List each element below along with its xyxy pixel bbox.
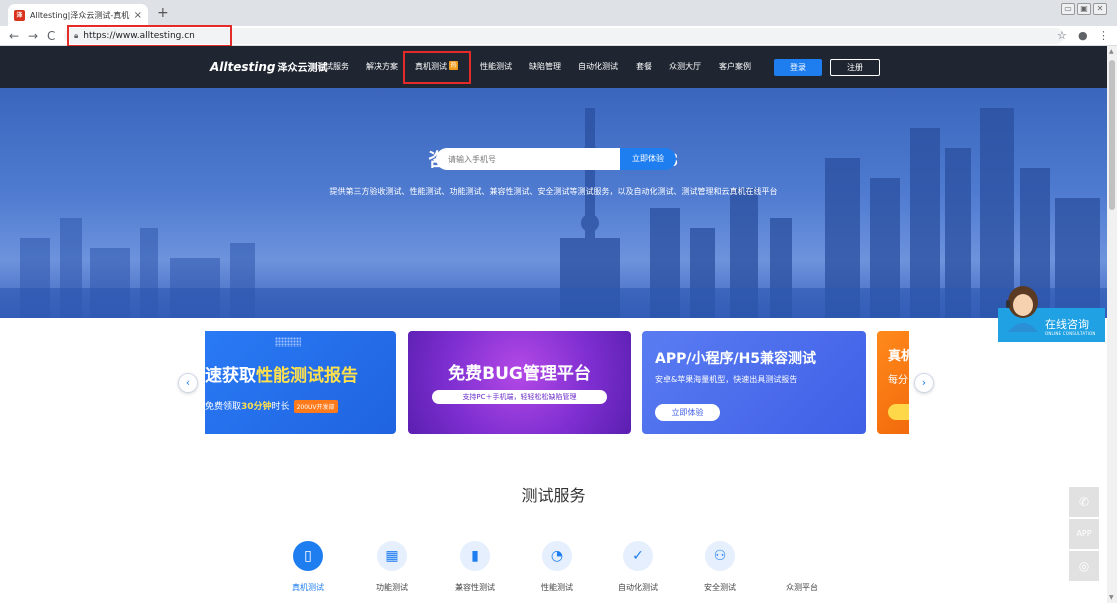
nav-item-crowd-hall[interactable]: 众测大厅 — [669, 61, 701, 72]
nav-item-cases[interactable]: 客户案例 — [719, 61, 751, 72]
service-label: 真机测试 — [292, 583, 324, 592]
nav-item-test-services[interactable]: 测试服务 — [317, 61, 349, 72]
carousel-next-button[interactable]: › — [914, 373, 934, 393]
nav-item-performance[interactable]: 性能测试 — [480, 61, 512, 72]
crowd-icon — [787, 541, 817, 571]
banner-card-bug-platform[interactable]: 免费BUG管理平台 支持PC＋手机端，轻轻松松缺陷管理 — [408, 331, 631, 434]
card4-title: 真机 — [888, 349, 909, 364]
logo-text: Alltesting — [210, 60, 276, 74]
dot-pattern — [275, 337, 301, 347]
service-functional[interactable]: ▦ 功能测试 — [362, 541, 422, 593]
service-performance[interactable]: ◔ 性能测试 — [527, 541, 587, 593]
scroll-thumb[interactable] — [1109, 60, 1115, 210]
card2-title: 免费BUG管理平台 — [448, 364, 591, 384]
consult-label-en: ONLINE CONSULTATION — [1045, 331, 1096, 336]
service-real-device[interactable]: ▯ 真机测试 — [278, 541, 338, 593]
service-label: 自动化测试 — [618, 583, 658, 592]
hero-subtitle: 提供第三方验收测试、性能测试、功能测试、兼容性测试、安全测试等测试服务，以及自动… — [329, 187, 778, 196]
service-crowd[interactable]: 众测平台 — [772, 541, 832, 593]
phone-contact-icon[interactable]: ✆ — [1069, 487, 1099, 517]
phone-number-input[interactable] — [436, 148, 621, 170]
skyline-illustration — [0, 108, 1107, 318]
card3-try-button[interactable]: 立即体验 — [655, 404, 720, 421]
users-icon: ⚇ — [705, 541, 735, 571]
card1-subtitle: 免费领取30分钟时长 200UV开发部 — [205, 399, 338, 413]
nav-item-solutions[interactable]: 解决方案 — [366, 61, 398, 72]
nav-item-defect-mgmt[interactable]: 缺陷管理 — [529, 61, 561, 72]
browser-menu-icon[interactable]: ⋮ — [1098, 28, 1109, 44]
scroll-down-icon[interactable]: ▼ — [1109, 594, 1114, 601]
agent-avatar-icon — [1006, 286, 1038, 332]
reload-button[interactable]: C — [47, 27, 55, 45]
scroll-up-icon[interactable]: ▲ — [1109, 48, 1114, 55]
card4-subtitle: 每分 — [888, 375, 908, 386]
carousel-prev-button[interactable]: ‹ — [178, 373, 198, 393]
online-consult-widget[interactable]: 在线咨询 ONLINE CONSULTATION — [998, 284, 1105, 342]
account-icon[interactable]: ● — [1078, 28, 1088, 44]
bookmark-star-icon[interactable]: ☆ — [1057, 28, 1067, 44]
banner-card-performance[interactable]: 速获取性能测试报告 免费领取30分钟时长 200UV开发部 — [205, 331, 396, 434]
minimize-button[interactable]: ▭ — [1061, 3, 1075, 15]
card1-title-a: 速获取 — [205, 366, 256, 386]
phone-icon: ▯ — [293, 541, 323, 571]
banner-card-real-device[interactable]: 真机 每分 — [877, 331, 909, 434]
card1-sub-a: 免费领取 — [205, 402, 242, 412]
nav-item-automation[interactable]: 自动化测试 — [578, 61, 618, 72]
login-button[interactable]: 登录 — [774, 59, 822, 76]
service-compat[interactable]: ▮ 兼容性测试 — [445, 541, 505, 593]
register-button[interactable]: 注册 — [830, 59, 880, 76]
card1-badge: 200UV开发部 — [293, 400, 338, 413]
nav-highlight-box — [403, 51, 471, 84]
window-controls: ▭ ▣ ✕ — [1061, 3, 1107, 15]
card1-title: 速获取性能测试报告 — [205, 361, 358, 386]
card4-button — [888, 404, 909, 420]
close-window-button[interactable]: ✕ — [1093, 3, 1107, 15]
url-highlight-box — [67, 25, 232, 47]
consult-label: 在线咨询 — [1045, 318, 1089, 331]
tab-title: Alltesting|泽众云测试-真机-兼容 — [30, 10, 130, 20]
maximize-button[interactable]: ▣ — [1077, 3, 1091, 15]
card1-sub-c: 时长 — [271, 402, 290, 412]
gauge-icon: ◔ — [542, 541, 572, 571]
forward-button[interactable]: → — [28, 27, 38, 45]
site-logo[interactable]: Alltesting 泽众云测试 — [210, 59, 328, 74]
shield-icon: ✓ — [623, 541, 653, 571]
tab-close-icon[interactable]: × — [134, 10, 142, 21]
wechat-icon[interactable]: ◎ — [1069, 551, 1099, 581]
site-navbar: Alltesting 泽众云测试 测试服务 解决方案 真机测试热 性能测试 缺陷管… — [0, 46, 1107, 88]
service-label: 安全测试 — [704, 583, 736, 592]
banner-card-compat[interactable]: APP/小程序/H5兼容测试 安卓&苹果海量机型，快速出具测试报告 立即体验 — [642, 331, 866, 434]
card1-title-b: 性能测试报告 — [256, 366, 358, 386]
site-favicon-icon: 泽 — [14, 9, 25, 21]
page-scrollbar[interactable]: ▲ ▼ — [1107, 46, 1117, 603]
nav-item-packages[interactable]: 套餐 — [636, 61, 652, 72]
compat-icon: ▮ — [460, 541, 490, 571]
service-label: 众测平台 — [786, 583, 818, 592]
service-label: 性能测试 — [541, 583, 573, 592]
new-tab-button[interactable]: + — [157, 5, 169, 21]
card2-pill: 支持PC＋手机端，轻轻松松缺陷管理 — [432, 390, 607, 404]
service-security[interactable]: ⚇ 安全测试 — [690, 541, 750, 593]
browser-tab[interactable]: 泽 Alltesting|泽众云测试-真机-兼容 × — [8, 4, 148, 26]
try-now-button[interactable]: 立即体验 — [620, 148, 676, 170]
service-label: 兼容性测试 — [455, 583, 495, 592]
function-icon: ▦ — [377, 541, 407, 571]
card1-sub-b: 30分钟 — [241, 402, 272, 412]
hero-banner: 咨询热线：021-6072 5088 提供第三方验收测试、性能测试、功能测试、兼… — [0, 88, 1107, 318]
service-automation[interactable]: ✓ 自动化测试 — [608, 541, 668, 593]
card3-title: APP/小程序/H5兼容测试 — [655, 351, 817, 367]
browser-tabstrip: 泽 Alltesting|泽众云测试-真机-兼容 × + ▭ ▣ ✕ — [0, 0, 1117, 26]
service-label: 功能测试 — [376, 583, 408, 592]
card3-subtitle: 安卓&苹果海量机型，快速出具测试报告 — [655, 375, 798, 384]
services-title: 测试服务 — [521, 486, 586, 505]
app-download-icon[interactable]: APP — [1069, 519, 1099, 549]
back-button[interactable]: ← — [9, 27, 19, 45]
